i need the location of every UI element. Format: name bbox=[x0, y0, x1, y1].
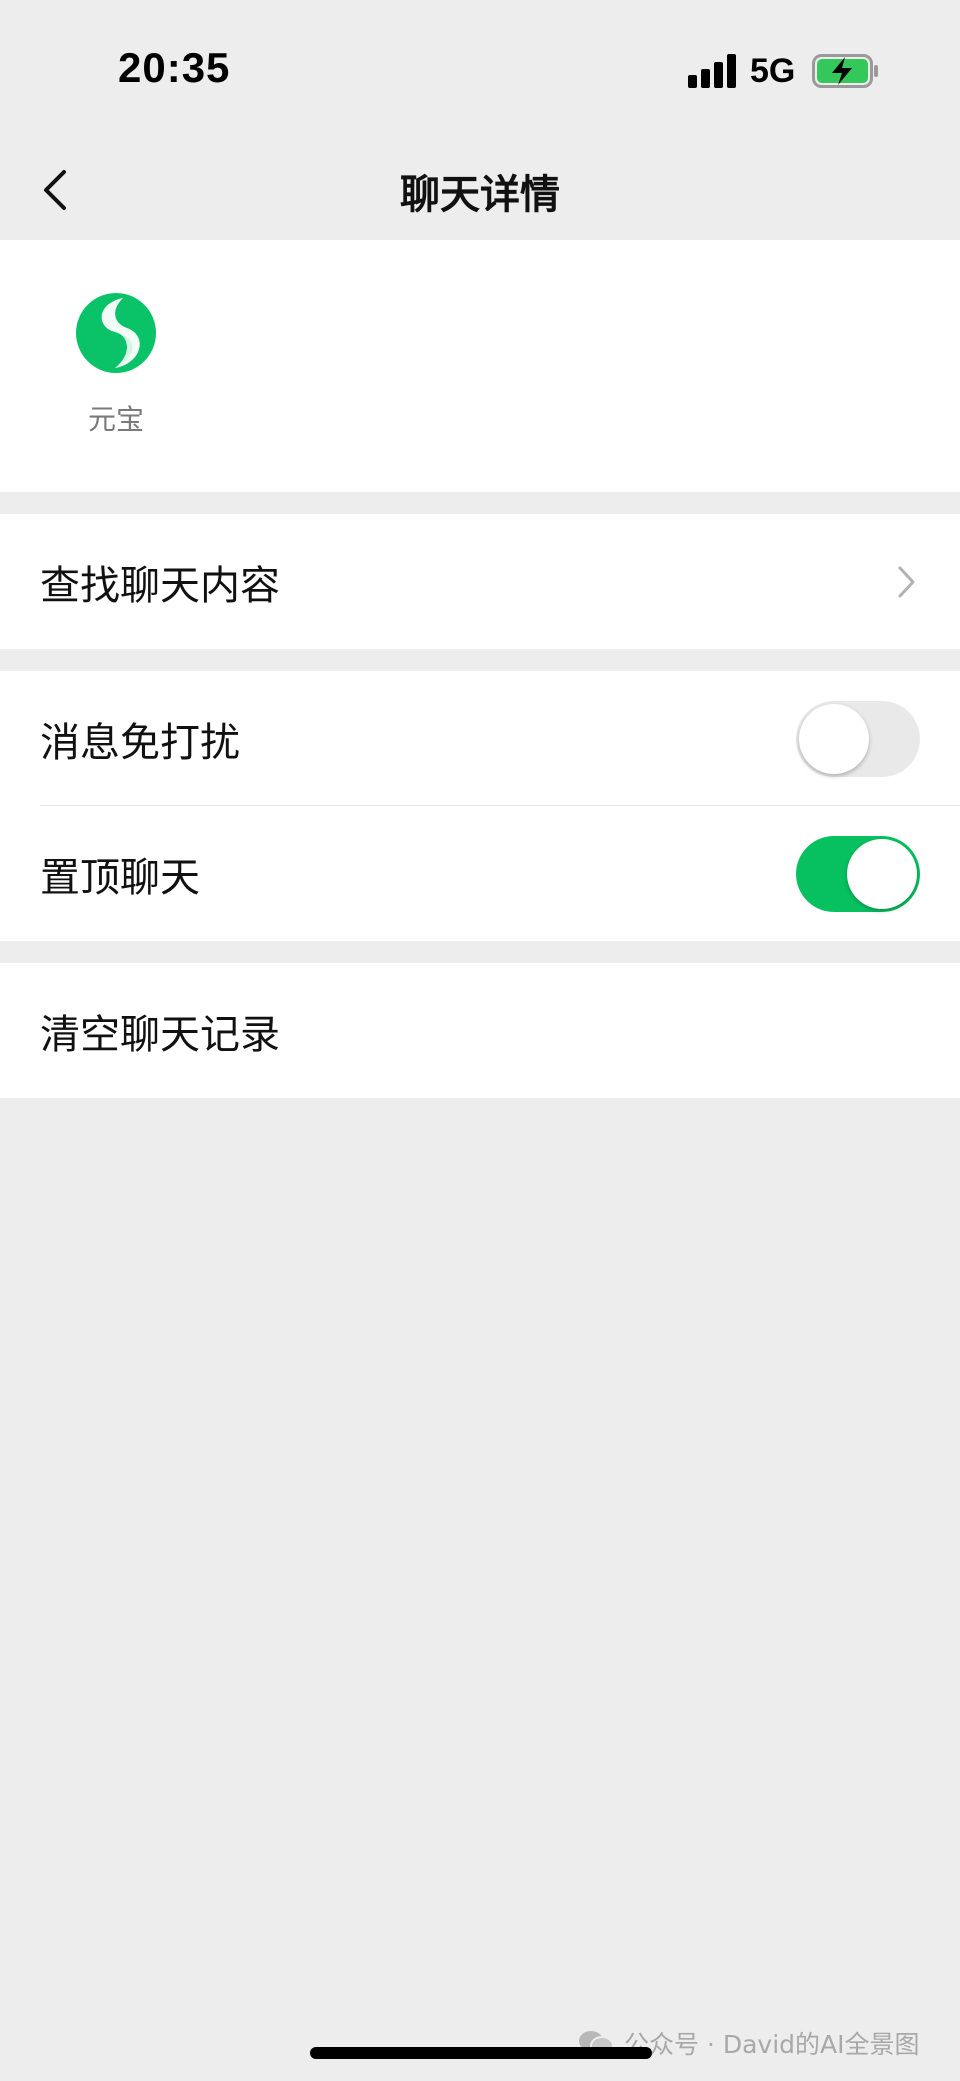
toggle-knob bbox=[847, 838, 917, 909]
pin-chat-cell: 置顶聊天 bbox=[0, 806, 960, 941]
clear-section: 清空聊天记录 bbox=[0, 963, 960, 1098]
page-title: 聊天详情 bbox=[400, 172, 560, 218]
cell-label: 消息免打扰 bbox=[40, 719, 240, 766]
navigation-bar: 聊天详情 bbox=[0, 140, 960, 240]
cell-label: 清空聊天记录 bbox=[40, 1011, 280, 1058]
mute-notifications-cell: 消息免打扰 bbox=[0, 671, 960, 806]
watermark-text: 公众号 · David的AI全景图 bbox=[624, 2030, 920, 2059]
toggle-knob bbox=[799, 703, 869, 774]
settings-toggle-section: 消息免打扰 置顶聊天 bbox=[0, 671, 960, 941]
yuanbao-logo-icon bbox=[76, 293, 156, 373]
search-chat-content-cell[interactable]: 查找聊天内容 bbox=[0, 514, 960, 649]
home-indicator[interactable] bbox=[310, 2047, 652, 2059]
network-type: 5G bbox=[750, 52, 796, 90]
chat-details-screen: 20:35 5G 聊天详情 元宝 查找聊天内容 消息免打扰 置顶聊天 清空聊天记… bbox=[0, 0, 960, 2081]
pin-chat-toggle[interactable] bbox=[796, 835, 920, 912]
cell-label: 置顶聊天 bbox=[40, 854, 200, 901]
status-bar: 20:35 5G bbox=[0, 0, 960, 140]
chevron-right-icon bbox=[898, 566, 915, 597]
member-item-yuanbao[interactable]: 元宝 bbox=[66, 292, 166, 438]
battery-charging-icon bbox=[812, 54, 878, 88]
mute-notifications-toggle[interactable] bbox=[796, 700, 920, 777]
member-name: 元宝 bbox=[87, 403, 144, 436]
cell-label: 查找聊天内容 bbox=[40, 562, 280, 609]
search-section: 查找聊天内容 bbox=[0, 514, 960, 649]
cellular-signal-icon bbox=[688, 54, 738, 88]
chat-members-section: 元宝 bbox=[0, 240, 960, 492]
status-time: 20:35 bbox=[118, 44, 231, 91]
clear-chat-history-cell[interactable]: 清空聊天记录 bbox=[0, 963, 960, 1098]
